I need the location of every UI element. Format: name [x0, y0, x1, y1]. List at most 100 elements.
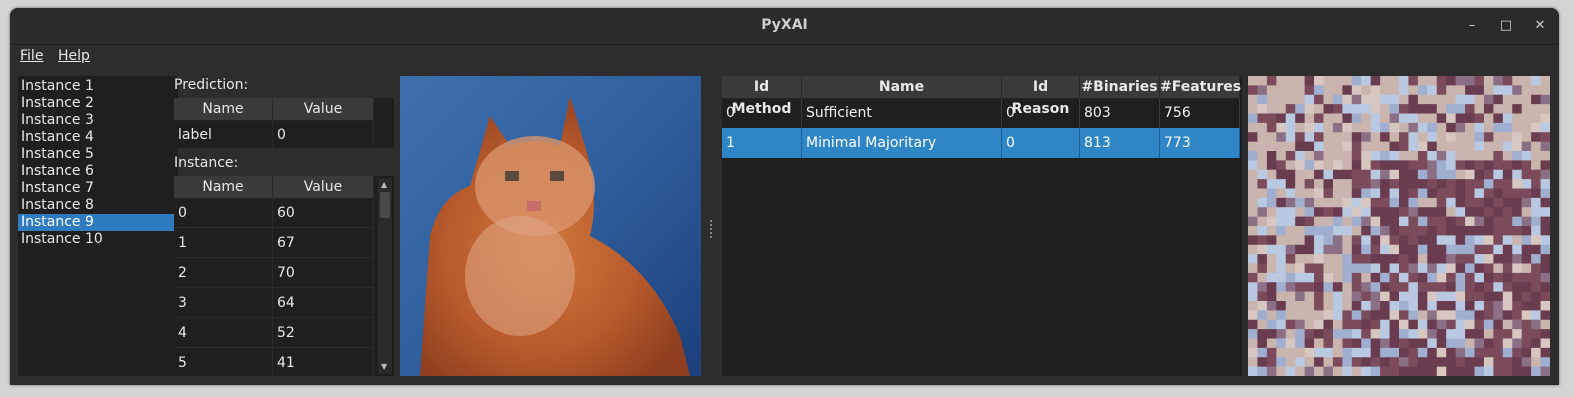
heatmap-cell: [1295, 85, 1306, 96]
heatmap-cell: [1285, 160, 1296, 171]
heatmap-cell: [1502, 301, 1513, 311]
heatmap-cell: [1427, 188, 1438, 199]
heatmap-cell: [1342, 85, 1353, 96]
explanation-image: [1248, 76, 1550, 376]
prediction-col-name[interactable]: Name: [174, 98, 273, 120]
col-features[interactable]: #Features: [1160, 76, 1241, 98]
instance-list-item[interactable]: Instance 5: [18, 146, 178, 163]
instance-list-item[interactable]: Instance 9: [18, 214, 178, 231]
explanation-row[interactable]: 1 Minimal Majoritary 0 813 773: [722, 128, 1240, 158]
heatmap-cell: [1380, 254, 1391, 265]
splitter-handle[interactable]: [710, 218, 713, 240]
menu-file[interactable]: File: [20, 48, 43, 64]
instance-list: Instance 1 Instance 2 Instance 3 Instance 4…: [18, 76, 178, 376]
heatmap-cell: [1342, 104, 1353, 115]
instance-cell-value[interactable]: 67: [273, 228, 374, 258]
instance-list-item[interactable]: Instance 7: [18, 180, 178, 197]
heatmap-cell: [1465, 338, 1475, 349]
menu-help[interactable]: Help: [58, 48, 90, 64]
instance-cell-name[interactable]: 1: [174, 228, 273, 258]
heatmap-cell: [1276, 319, 1287, 330]
heatmap-cell: [1351, 226, 1362, 236]
instance-list-item[interactable]: Instance 2: [18, 95, 178, 112]
prediction-cell-name[interactable]: label: [174, 120, 273, 150]
heatmap-cell: [1285, 347, 1296, 358]
instance-cell-name[interactable]: 0: [174, 198, 273, 228]
title-bar: PyXAI – □ ✕: [10, 8, 1559, 45]
instance-list-item[interactable]: Instance 3: [18, 112, 178, 129]
heatmap-cell: [1408, 301, 1419, 311]
scrollbar-thumb[interactable]: [380, 192, 390, 218]
close-icon[interactable]: ✕: [1530, 16, 1550, 36]
instance-table-scrollbar[interactable]: ▲ ▼: [378, 178, 392, 374]
heatmap-cell: [1361, 169, 1372, 180]
col-id-method[interactable]: Id Method: [722, 76, 802, 117]
heatmap-cell: [1436, 104, 1447, 115]
explanation-heatmap: [1248, 76, 1550, 376]
heatmap-cell: [1266, 329, 1277, 340]
minimize-icon[interactable]: –: [1462, 16, 1482, 36]
heatmap-cell: [1248, 291, 1258, 302]
heatmap-cell: [1380, 188, 1391, 199]
heatmap-cell: [1399, 310, 1409, 321]
heatmap-cell: [1455, 207, 1466, 218]
instance-list-item[interactable]: Instance 4: [18, 129, 178, 146]
heatmap-cell: [1304, 160, 1315, 171]
heatmap-cell: [1332, 207, 1343, 218]
heatmap-cell: [1540, 263, 1550, 274]
heatmap-cell: [1314, 301, 1324, 311]
instance-list-item[interactable]: Instance 6: [18, 163, 178, 180]
heatmap-cell: [1512, 263, 1523, 274]
heatmap-cell: [1502, 310, 1513, 321]
heatmap-cell: [1342, 319, 1353, 330]
instance-cell-value[interactable]: 41: [273, 348, 374, 376]
heatmap-cell: [1417, 197, 1428, 208]
instance-list-item[interactable]: Instance 10: [18, 231, 178, 248]
heatmap-cell: [1285, 85, 1296, 96]
instance-cell-name[interactable]: 4: [174, 318, 273, 348]
instance-col-name[interactable]: Name: [174, 176, 273, 198]
col-id-reason[interactable]: Id Reason: [1002, 76, 1080, 117]
instance-cell-name[interactable]: 5: [174, 348, 273, 376]
heatmap-cell: [1257, 94, 1268, 105]
heatmap-cell: [1370, 141, 1381, 152]
heatmap-cell: [1295, 329, 1306, 340]
scroll-down-icon[interactable]: ▼: [381, 362, 387, 371]
instance-cell-value[interactable]: 60: [273, 198, 374, 228]
instance-col-value[interactable]: Value: [273, 176, 374, 198]
heatmap-cell: [1370, 272, 1381, 283]
instance-cell-value[interactable]: 64: [273, 288, 374, 318]
heatmap-cell: [1455, 113, 1466, 124]
explanation-row[interactable]: 0 Sufficient 0 803 756: [722, 98, 1240, 128]
heatmap-cell: [1248, 272, 1258, 283]
heatmap-cell: [1436, 169, 1447, 180]
scroll-up-icon[interactable]: ▲: [381, 180, 387, 189]
heatmap-cell: [1427, 244, 1438, 255]
instance-cell-name[interactable]: 2: [174, 258, 273, 288]
heatmap-cell: [1540, 85, 1550, 96]
heatmap-cell: [1399, 226, 1409, 236]
prediction-cell-value[interactable]: 0: [273, 120, 374, 150]
heatmap-cell: [1389, 235, 1400, 246]
instance-cell-value[interactable]: 52: [273, 318, 374, 348]
heatmap-cell: [1351, 282, 1362, 293]
heatmap-cell: [1417, 347, 1428, 358]
heatmap-cell: [1248, 188, 1258, 199]
prediction-table: Name Value label 0: [174, 98, 394, 150]
instance-cell-name[interactable]: 3: [174, 288, 273, 318]
heatmap-cell: [1436, 216, 1447, 227]
prediction-col-value[interactable]: Value: [273, 98, 374, 120]
heatmap-cell: [1512, 188, 1523, 199]
instance-list-item[interactable]: Instance 1: [18, 78, 178, 95]
heatmap-cell: [1474, 151, 1485, 161]
instance-list-item[interactable]: Instance 8: [18, 197, 178, 214]
heatmap-cell: [1295, 151, 1306, 161]
col-name[interactable]: Name: [802, 76, 1002, 98]
col-binaries[interactable]: #Binaries: [1080, 76, 1160, 98]
instance-cell-value[interactable]: 70: [273, 258, 374, 288]
heatmap-cell: [1540, 235, 1550, 246]
heatmap-cell: [1257, 85, 1268, 96]
maximize-icon[interactable]: □: [1496, 16, 1516, 36]
heatmap-cell: [1521, 347, 1532, 358]
heatmap-cell: [1455, 244, 1466, 255]
